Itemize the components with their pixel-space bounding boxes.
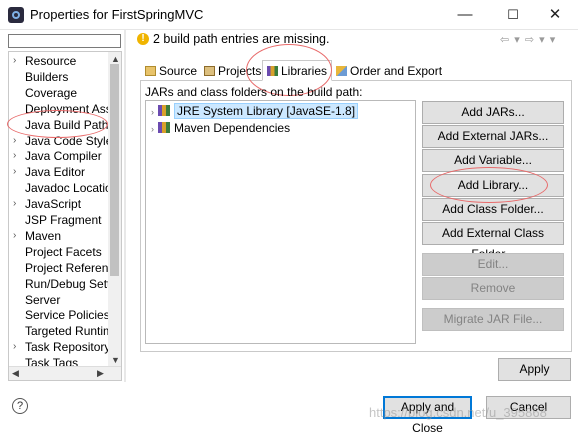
nav-item[interactable]: Coverage — [9, 85, 111, 101]
tree-scroll-thumb[interactable] — [110, 64, 119, 276]
nav-item-label: Project Facets — [25, 244, 102, 259]
add-external-jars-button[interactable]: Add External JARs... — [422, 125, 564, 148]
nav-item-label: Run/Debug Settings — [25, 276, 111, 291]
annotation-circle-java-build-path — [7, 110, 108, 138]
scroll-left-arrow-icon[interactable]: ◀ — [12, 368, 19, 379]
nav-item[interactable]: Targeted Runtimes — [9, 323, 111, 339]
pane-sash[interactable] — [124, 30, 126, 382]
nav-item-label: Targeted Runtimes — [25, 324, 111, 339]
expand-chevron-icon[interactable]: › — [13, 164, 23, 180]
nav-item[interactable]: › Java Editor — [9, 164, 111, 180]
nav-item[interactable]: › Task Repository — [9, 339, 111, 355]
migrate-jar-file-button[interactable]: Migrate JAR File... — [422, 308, 564, 331]
help-icon[interactable]: ? — [12, 398, 28, 414]
expand-chevron-icon[interactable]: › — [13, 196, 23, 212]
close-button[interactable]: ✕ — [532, 0, 578, 30]
expand-chevron-icon[interactable]: › — [13, 339, 23, 355]
library-icon — [158, 122, 170, 133]
tree-horizontal-scrollbar[interactable] — [9, 366, 121, 380]
source-folder-icon — [145, 66, 156, 76]
nav-item[interactable]: Javadoc Location — [9, 180, 111, 196]
expand-chevron-icon[interactable]: › — [151, 124, 154, 134]
scroll-right-arrow-icon[interactable]: ▶ — [97, 368, 104, 379]
annotation-circle-add-library — [430, 167, 548, 203]
nav-item-label: Maven — [25, 228, 62, 243]
nav-item[interactable]: Project References — [9, 260, 111, 276]
window-title: Properties for FirstSpringMVC — [30, 7, 204, 22]
nav-item[interactable]: Server — [9, 292, 111, 308]
nav-item-label: Builders — [25, 69, 69, 84]
tab-order-and-export[interactable]: Order and Export — [332, 61, 446, 81]
nav-item[interactable]: Builders — [9, 69, 111, 85]
order-export-icon — [336, 66, 347, 76]
tree-item-jre-system-library[interactable]: › JRE System Library [JavaSE-1.8] — [151, 103, 359, 120]
build-path-tree[interactable]: › JRE System Library [JavaSE-1.8] › Maven … — [145, 100, 416, 344]
library-icon — [158, 105, 170, 116]
nav-item-label: Task Repository — [25, 340, 111, 355]
nav-item[interactable]: JSP Fragment — [9, 212, 111, 228]
libraries-label: JARs and class folders on the build path… — [145, 85, 363, 99]
expand-chevron-icon[interactable]: › — [13, 53, 23, 69]
nav-item-label: Project References — [25, 260, 111, 275]
nav-item[interactable]: Project Facets — [9, 244, 111, 260]
nav-item-label: Service Policies — [25, 308, 110, 323]
scroll-down-arrow-icon[interactable]: ▼ — [111, 355, 120, 365]
nav-item-label: Java Editor — [25, 165, 86, 180]
tab-source[interactable]: Source — [141, 61, 201, 81]
nav-item[interactable]: › JavaScript — [9, 196, 111, 212]
minimize-button[interactable]: — — [442, 0, 488, 30]
edit-button[interactable]: Edit... — [422, 253, 564, 276]
expand-chevron-icon[interactable]: › — [13, 148, 23, 164]
history-navigation[interactable]: ⇦ ▾ ⇨ ▾ ▾ — [500, 33, 556, 46]
message-text: 2 build path entries are missing. — [153, 32, 330, 46]
scroll-up-arrow-icon[interactable]: ▲ — [111, 54, 120, 64]
tree-item-maven-dependencies[interactable]: › Maven Dependencies — [151, 120, 290, 137]
eclipse-app-icon — [8, 7, 24, 23]
expand-chevron-icon[interactable]: › — [151, 107, 154, 117]
filter-input[interactable] — [8, 34, 121, 48]
watermark-text: https://blog.csdn.net/u_395868 — [369, 405, 547, 420]
nav-item[interactable]: › Resource — [9, 53, 111, 69]
projects-icon — [204, 66, 215, 76]
warning-icon: ! — [137, 33, 149, 45]
apply-button[interactable]: Apply — [498, 358, 571, 381]
nav-item-label: JSP Fragment — [25, 213, 102, 227]
nav-item-label: Java Compiler — [25, 149, 102, 164]
add-jars-button[interactable]: Add JARs... — [422, 101, 564, 124]
nav-item[interactable]: Service Policies — [9, 307, 111, 323]
nav-item-label: Server — [25, 292, 61, 307]
nav-item[interactable]: › Maven — [9, 228, 111, 244]
remove-button[interactable]: Remove — [422, 277, 564, 300]
maximize-button[interactable]: ☐ — [490, 0, 536, 30]
expand-chevron-icon[interactable]: › — [13, 133, 23, 149]
nav-item-label: Coverage — [25, 85, 78, 100]
nav-item[interactable]: Run/Debug Settings — [9, 276, 111, 292]
nav-item-label: Javadoc Location — [25, 181, 111, 196]
nav-item[interactable]: › Java Compiler — [9, 148, 111, 164]
property-page-tree: ›ResourceBuildersCoverageDeployment Asse… — [8, 51, 122, 381]
expand-chevron-icon[interactable]: › — [13, 228, 23, 244]
nav-item-label: Resource — [25, 54, 77, 68]
nav-item-label: JavaScript — [25, 197, 82, 212]
add-external-class-folder-button[interactable]: Add External Class Folder... — [422, 222, 564, 261]
